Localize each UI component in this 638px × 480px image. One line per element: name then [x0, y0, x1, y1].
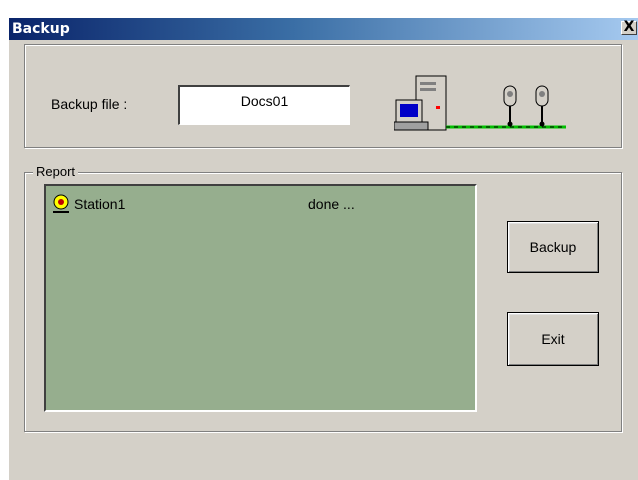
station-status: done ...: [308, 196, 355, 212]
window-title: Backup: [12, 21, 70, 37]
close-icon: X: [623, 19, 635, 35]
station-name: Station1: [74, 196, 126, 212]
title-bar[interactable]: Backup X: [9, 18, 638, 40]
report-legend: Report: [33, 164, 79, 179]
backup-button[interactable]: Backup: [507, 221, 599, 273]
list-item[interactable]: Station1 done ...: [52, 194, 472, 214]
station-icon: [53, 194, 69, 213]
report-list[interactable]: Station1 done ...: [44, 184, 477, 412]
backup-file-field[interactable]: Docs01: [178, 85, 350, 125]
backup-file-label: Backup file :: [51, 96, 128, 112]
exit-button[interactable]: Exit: [507, 312, 599, 366]
close-button[interactable]: X: [621, 19, 637, 35]
network-graphic-icon: [394, 75, 566, 131]
